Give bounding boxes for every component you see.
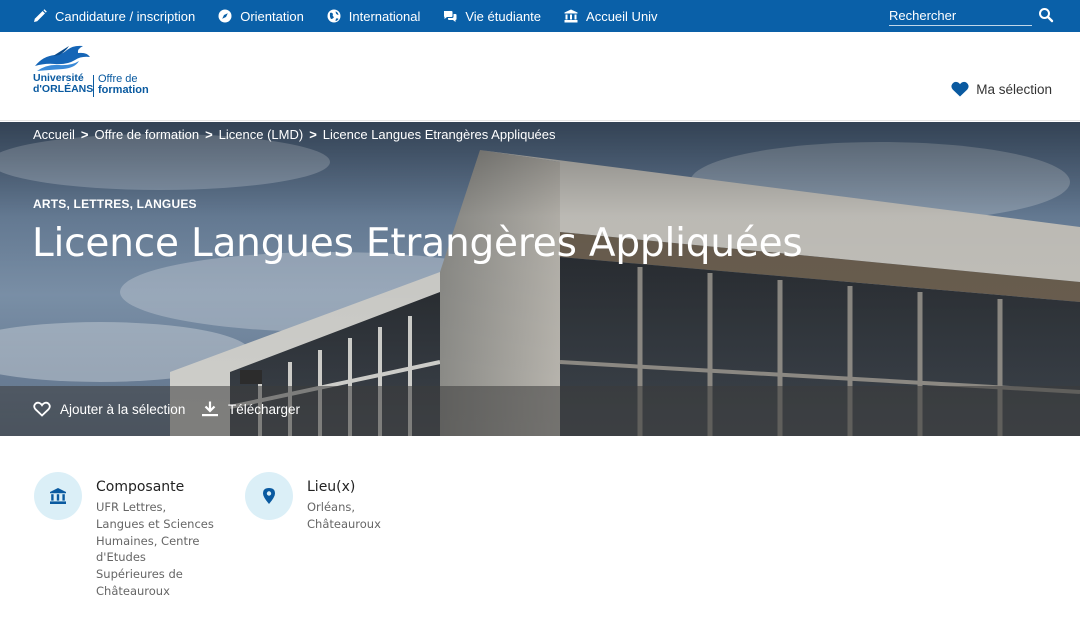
ma-selection-link[interactable]: Ma sélection [951, 81, 1052, 97]
compass-icon [218, 9, 232, 23]
nav-orientation-label: Orientation [240, 8, 304, 24]
lieux-text: Lieu(x) Orléans, Châteauroux [307, 472, 397, 533]
hero-banner: Accueil > Offre de formation > Licence (… [0, 122, 1080, 436]
download-button[interactable]: Télécharger [201, 401, 300, 417]
logo-offre-line2: formation [98, 84, 149, 96]
action-bar: Ajouter à la sélection Télécharger [0, 386, 1080, 436]
composante-value: UFR Lettres, Langues et Sciences Humaine… [96, 500, 214, 598]
add-to-selection-button[interactable]: Ajouter à la sélection [33, 401, 185, 417]
breadcrumb-offre-formation[interactable]: Offre de formation [95, 127, 200, 142]
chevron-right-icon: > [205, 127, 213, 142]
chevron-right-icon: > [309, 127, 317, 142]
pencil-icon [33, 9, 47, 23]
university-logo[interactable]: Université d'ORLÉANS Offre de formation [33, 44, 163, 100]
breadcrumb-accueil[interactable]: Accueil [33, 127, 75, 142]
heart-outline-icon [33, 401, 51, 417]
info-composante: Composante UFR Lettres, Langues et Scien… [34, 472, 214, 600]
add-to-selection-label: Ajouter à la sélection [60, 401, 186, 417]
nav-accueil-univ-label: Accueil Univ [586, 8, 658, 24]
nav-accueil-univ[interactable]: Accueil Univ [564, 0, 658, 32]
logo-offre-formation: Offre de formation [98, 74, 149, 96]
composante-icon-circle [34, 472, 82, 520]
nav-vie-etudiante-label: Vie étudiante [465, 8, 542, 24]
logo-line2: d'ORLÉANS [33, 83, 94, 95]
breadcrumb-licence-lmd[interactable]: Licence (LMD) [219, 127, 304, 142]
info-lieux: Lieu(x) Orléans, Châteauroux [245, 472, 405, 533]
lieux-title: Lieu(x) [307, 479, 356, 495]
logo-university-name: Université d'ORLÉANS [33, 73, 93, 95]
university-icon [50, 488, 66, 504]
composante-title: Composante [96, 479, 185, 495]
chat-icon [443, 9, 457, 23]
logo-divider [93, 75, 94, 97]
university-icon [564, 9, 578, 23]
breadcrumb-current: Licence Langues Etrangères Appliquées [322, 127, 556, 142]
search-icon[interactable] [1038, 7, 1054, 23]
map-pin-icon [263, 488, 275, 504]
nav-international[interactable]: International [327, 0, 421, 32]
search-input[interactable] [889, 6, 1032, 26]
download-icon [201, 401, 219, 417]
nav-vie-etudiante[interactable]: Vie étudiante [443, 0, 541, 32]
search-box [889, 5, 1059, 27]
globe-icon [327, 9, 341, 23]
nav-candidature[interactable]: Candidature / inscription [33, 0, 195, 32]
breadcrumb: Accueil > Offre de formation > Licence (… [33, 127, 556, 142]
nav-international-label: International [348, 8, 421, 24]
heart-icon [951, 81, 969, 97]
top-bar: Candidature / inscription Orientation In… [0, 0, 1080, 32]
logo-bird-icon [33, 44, 91, 74]
ma-selection-label: Ma sélection [976, 81, 1052, 97]
category-label: ARTS, LETTRES, LANGUES [33, 197, 197, 211]
composante-text: Composante UFR Lettres, Langues et Scien… [96, 472, 214, 600]
site-header: Université d'ORLÉANS Offre de formation … [0, 32, 1080, 121]
chevron-right-icon: > [80, 127, 89, 142]
download-label: Télécharger [228, 401, 301, 417]
nav-candidature-label: Candidature / inscription [55, 8, 196, 24]
lieux-icon-circle [245, 472, 293, 520]
nav-orientation[interactable]: Orientation [218, 0, 304, 32]
lieux-value: Orléans, Châteauroux [307, 500, 381, 531]
top-nav: Candidature / inscription Orientation In… [0, 0, 681, 32]
page-title: Licence Langues Etrangères Appliquées [32, 221, 803, 266]
